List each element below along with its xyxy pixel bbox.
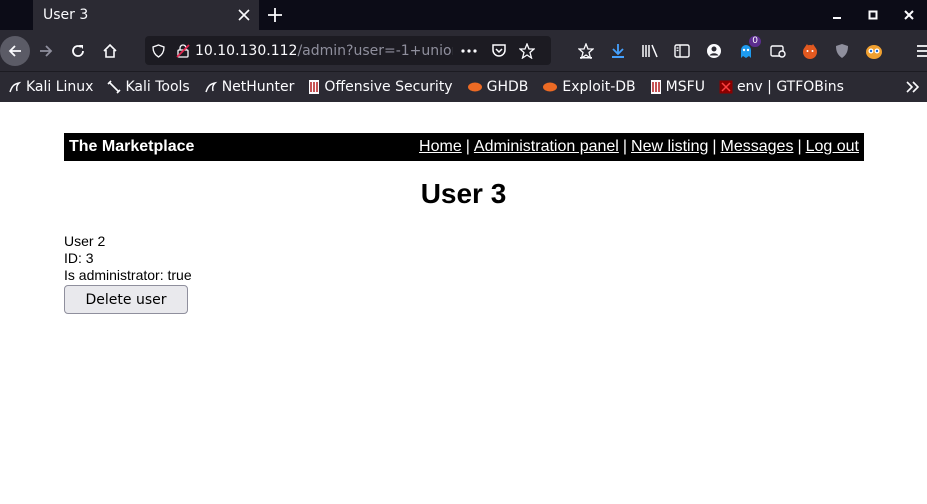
minimize-icon[interactable]: [819, 0, 855, 30]
toolbar-icons: 0: [570, 35, 927, 67]
site-brand: The Marketplace: [69, 138, 195, 155]
site-nav: Home | Administration panel | New listing | Me…: [419, 138, 859, 156]
bookmark-label: Offensive Security: [324, 79, 453, 95]
gtfobins-icon: [719, 80, 733, 94]
reload-icon: [72, 44, 84, 57]
bookmark-label: env | GTFOBins: [736, 79, 844, 95]
back-button[interactable]: [0, 35, 30, 66]
close-tab-icon[interactable]: [229, 0, 259, 30]
bookmark-kali-tools[interactable]: Kali Tools: [107, 79, 190, 95]
screenshot-icon[interactable]: [762, 35, 794, 67]
kali-dragon-icon: [204, 80, 218, 94]
forward-button[interactable]: [30, 35, 62, 67]
nav-separator: |: [622, 138, 628, 155]
site-header: The Marketplace Home | Administration pane…: [64, 133, 864, 161]
url-bar[interactable]: 10.10.130.112/admin?user=-1+union+: [145, 36, 551, 65]
bookmark-label: Kali Linux: [26, 79, 94, 95]
hamburger-menu-icon[interactable]: [908, 35, 927, 67]
active-tab[interactable]: User 3: [33, 0, 259, 30]
page-title: User 3: [420, 178, 507, 209]
bookmarks-menu-icon[interactable]: [570, 35, 602, 67]
user-admin-status: Is administrator: true: [64, 267, 192, 283]
forward-arrow-icon: [40, 44, 53, 57]
back-arrow-icon: [8, 44, 21, 57]
user-name: User 2: [64, 233, 106, 249]
home-icon: [103, 43, 117, 58]
close-window-icon[interactable]: [891, 0, 927, 30]
nav-logout-link[interactable]: Log out: [806, 138, 859, 155]
bookmark-label: NetHunter: [221, 79, 295, 95]
user-id: ID: 3: [64, 250, 94, 266]
nav-messages-link[interactable]: Messages: [721, 138, 794, 155]
bookmark-label: Exploit-DB: [562, 79, 636, 95]
url-host: 10.10.130.112: [195, 42, 298, 59]
bookmark-label: GHDB: [486, 79, 529, 95]
tab-strip: User 3: [0, 0, 927, 30]
url-path: /admin?user=-1+union+: [297, 42, 453, 59]
bookmark-nethunter[interactable]: NetHunter: [204, 79, 295, 95]
exploitdb-icon: [467, 81, 483, 93]
sidebar-icon[interactable]: [666, 35, 698, 67]
page-actions-icon[interactable]: [453, 48, 485, 53]
reload-button[interactable]: [62, 35, 94, 67]
bookmark-label: Kali Tools: [125, 79, 190, 95]
nav-separator: |: [797, 138, 802, 155]
tab-title: User 3: [43, 7, 89, 23]
bookmarks-overflow-icon[interactable]: [903, 77, 923, 97]
bookmark-label: MSFU: [665, 79, 705, 95]
library-icon[interactable]: [634, 35, 666, 67]
page-content: The Marketplace Home | Administration pane…: [0, 103, 927, 504]
nav-home-link[interactable]: Home: [419, 138, 462, 155]
url-text[interactable]: 10.10.130.112/admin?user=-1+union+: [195, 43, 453, 59]
shield-extension-icon[interactable]: [826, 35, 858, 67]
account-icon[interactable]: [698, 35, 730, 67]
maximize-icon[interactable]: [855, 0, 891, 30]
kali-dragon-icon: [8, 80, 22, 94]
owl-extension-icon[interactable]: [858, 35, 890, 67]
bookmark-offensive-security[interactable]: Offensive Security: [308, 79, 453, 95]
foxyproxy-icon[interactable]: [794, 35, 826, 67]
kali-tools-icon: [107, 80, 122, 94]
downloads-icon[interactable]: [602, 35, 634, 67]
bookmark-kali-linux[interactable]: Kali Linux: [8, 79, 93, 95]
bookmark-gtfobins[interactable]: env | GTFOBins: [719, 79, 844, 95]
insecure-lock-icon[interactable]: [171, 43, 195, 58]
ghost-extension-icon[interactable]: 0: [730, 35, 762, 67]
tracking-shield-icon[interactable]: [145, 43, 171, 58]
bookmark-star-icon[interactable]: [513, 42, 541, 59]
window-controls: [819, 0, 927, 30]
pocket-icon[interactable]: [485, 43, 513, 58]
bookmarks-toolbar: Kali Linux Kali Tools NetHunter Offensiv…: [0, 71, 927, 102]
exploitdb-icon: [542, 81, 558, 93]
extension-badge: 0: [749, 36, 761, 47]
bookmark-msfu[interactable]: MSFU: [650, 79, 705, 95]
bookmark-exploit-db[interactable]: Exploit-DB: [542, 79, 636, 95]
home-button[interactable]: [94, 35, 126, 67]
offsec-icon: [308, 79, 320, 95]
delete-user-button[interactable]: Delete user: [64, 285, 188, 314]
browser-window: User 3 10.10.130.112/admin?user=-1+unio …: [0, 0, 927, 504]
user-details: User 2 ID: 3 Is administrator: true: [64, 233, 192, 284]
nav-new-listing-link[interactable]: New listing: [631, 138, 708, 155]
new-tab-button[interactable]: [260, 0, 290, 30]
nav-admin-panel-link[interactable]: Administration panel: [474, 138, 619, 155]
bookmark-ghdb[interactable]: GHDB: [467, 79, 529, 95]
nav-separator: |: [712, 138, 717, 155]
offsec-icon: [650, 79, 662, 95]
navigation-toolbar: 10.10.130.112/admin?user=-1+union+ 0: [0, 30, 927, 71]
nav-separator: |: [465, 138, 470, 155]
